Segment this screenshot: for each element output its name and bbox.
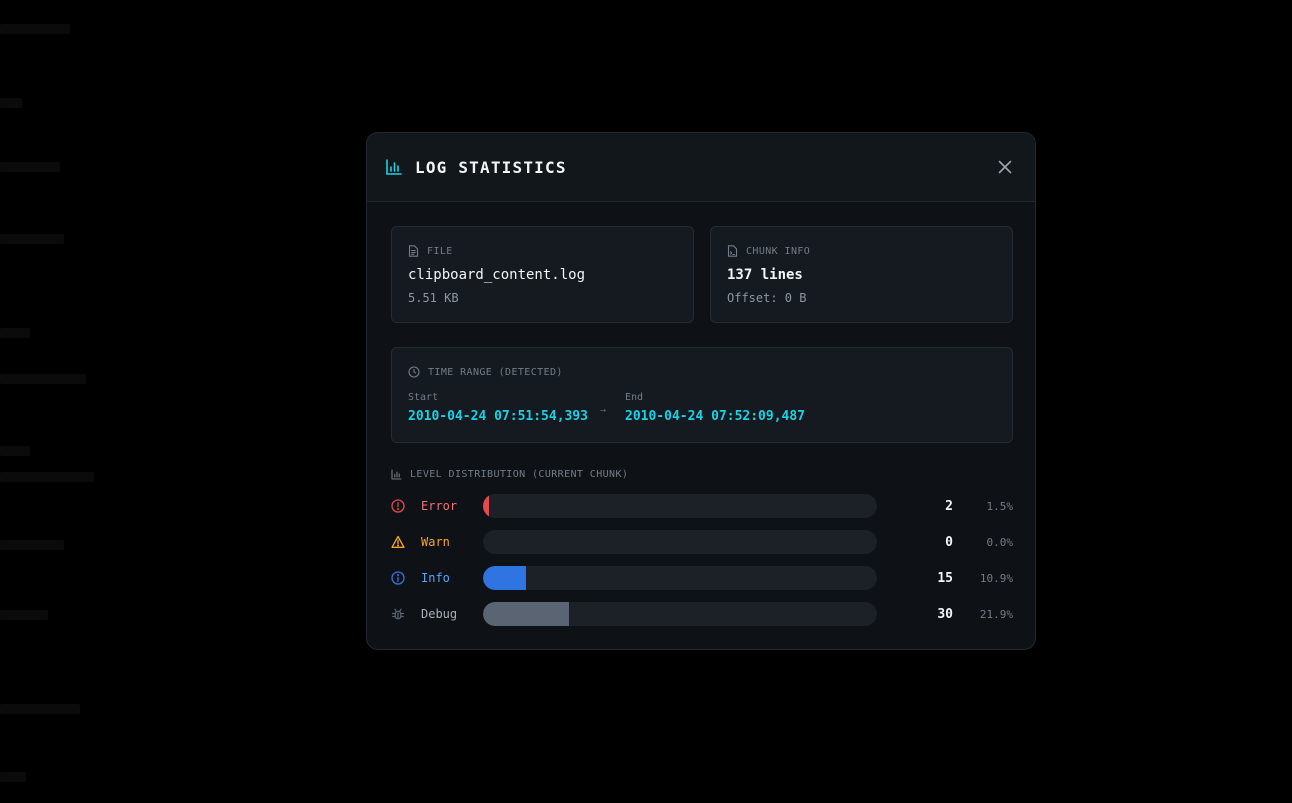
level-label: Warn <box>421 535 450 549</box>
background-ghost-text <box>0 162 60 172</box>
level-percent: 21.9% <box>979 607 1013 621</box>
time-range-label-text: TIME RANGE (DETECTED) <box>428 366 563 378</box>
level-distribution-label: LEVEL DISTRIBUTION (CURRENT CHUNK) <box>391 469 628 480</box>
background-ghost-text <box>0 704 80 714</box>
background-ghost-text <box>0 472 94 482</box>
level-count: 0 <box>945 534 953 550</box>
level-row-error: Error 2 1.5% <box>391 494 1013 518</box>
level-count: 30 <box>937 606 953 622</box>
chunk-card-label: CHUNK INFO <box>727 245 996 257</box>
level-bar-track <box>483 566 877 590</box>
level-name: Info <box>391 571 483 585</box>
modal-title: LOG STATISTICS <box>415 157 567 177</box>
file-card: FILE clipboard_content.log 5.51 KB <box>391 226 694 323</box>
chunk-lines: 137 lines <box>727 267 803 283</box>
chunk-offset: Offset: 0 B <box>727 291 807 305</box>
background-ghost-text <box>0 24 70 34</box>
level-label: Debug <box>421 607 458 621</box>
warning-triangle-icon <box>391 535 413 549</box>
level-distribution-label-text: LEVEL DISTRIBUTION (CURRENT CHUNK) <box>410 469 629 480</box>
background-ghost-text <box>0 446 30 456</box>
close-icon <box>998 160 1012 174</box>
level-bar-fill <box>483 494 489 518</box>
level-name: Warn <box>391 535 483 549</box>
background-ghost-text <box>0 374 86 384</box>
level-label: Error <box>421 499 458 513</box>
file-name: clipboard_content.log <box>408 267 586 283</box>
file-lines-icon <box>727 245 738 257</box>
info-circle-icon <box>391 571 413 585</box>
level-name: Debug <box>391 607 483 621</box>
time-end: End 2010-04-24 07:52:09,487 <box>625 392 805 424</box>
level-label: Info <box>421 571 450 585</box>
bar-chart-icon <box>385 158 403 176</box>
level-row-warn: Warn 0 0.0% <box>391 530 1013 554</box>
background-ghost-text <box>0 234 64 244</box>
level-percent: 1.5% <box>986 499 1014 513</box>
modal-header: LOG STATISTICS <box>367 133 1035 202</box>
time-arrow: → <box>600 405 607 416</box>
time-end-value: 2010-04-24 07:52:09,487 <box>625 409 806 424</box>
time-start-value: 2010-04-24 07:51:54,393 <box>408 409 589 424</box>
level-bar-track <box>483 494 877 518</box>
close-button[interactable] <box>991 153 1019 181</box>
level-percent: 0.0% <box>986 535 1014 549</box>
background-ghost-text <box>0 610 48 620</box>
level-bar-track <box>483 602 877 626</box>
file-size: 5.51 KB <box>408 291 459 305</box>
error-circle-icon <box>391 499 413 513</box>
log-statistics-modal: LOG STATISTICS FILE clipboard_content.lo… <box>366 132 1036 650</box>
bar-chart-icon <box>391 469 402 480</box>
chunk-info-card: CHUNK INFO 137 lines Offset: 0 B <box>710 226 1013 323</box>
level-row-debug: Debug 30 21.9% <box>391 602 1013 626</box>
level-percent: 10.9% <box>979 571 1013 585</box>
level-bar-track <box>483 530 877 554</box>
level-bar-fill <box>483 602 570 626</box>
level-count: 2 <box>945 498 953 514</box>
level-name: Error <box>391 499 483 513</box>
time-end-label: End <box>625 392 644 403</box>
file-label-text: FILE <box>427 245 453 257</box>
file-icon <box>408 245 419 257</box>
background-ghost-text <box>0 98 22 108</box>
background-ghost-text <box>0 540 64 550</box>
level-bar-fill <box>483 566 526 590</box>
clock-icon <box>408 366 420 378</box>
time-range-label: TIME RANGE (DETECTED) <box>408 366 996 378</box>
time-start-label: Start <box>408 392 439 403</box>
time-start: Start 2010-04-24 07:51:54,393 <box>408 392 588 424</box>
file-card-label: FILE <box>408 245 677 257</box>
time-range-card: TIME RANGE (DETECTED) Start 2010-04-24 0… <box>391 347 1013 443</box>
chunk-label-text: CHUNK INFO <box>746 245 811 257</box>
background-ghost-text <box>0 328 30 338</box>
level-count: 15 <box>937 570 953 586</box>
background-ghost-text <box>0 772 26 782</box>
level-row-info: Info 15 10.9% <box>391 566 1013 590</box>
bug-icon <box>391 607 413 621</box>
